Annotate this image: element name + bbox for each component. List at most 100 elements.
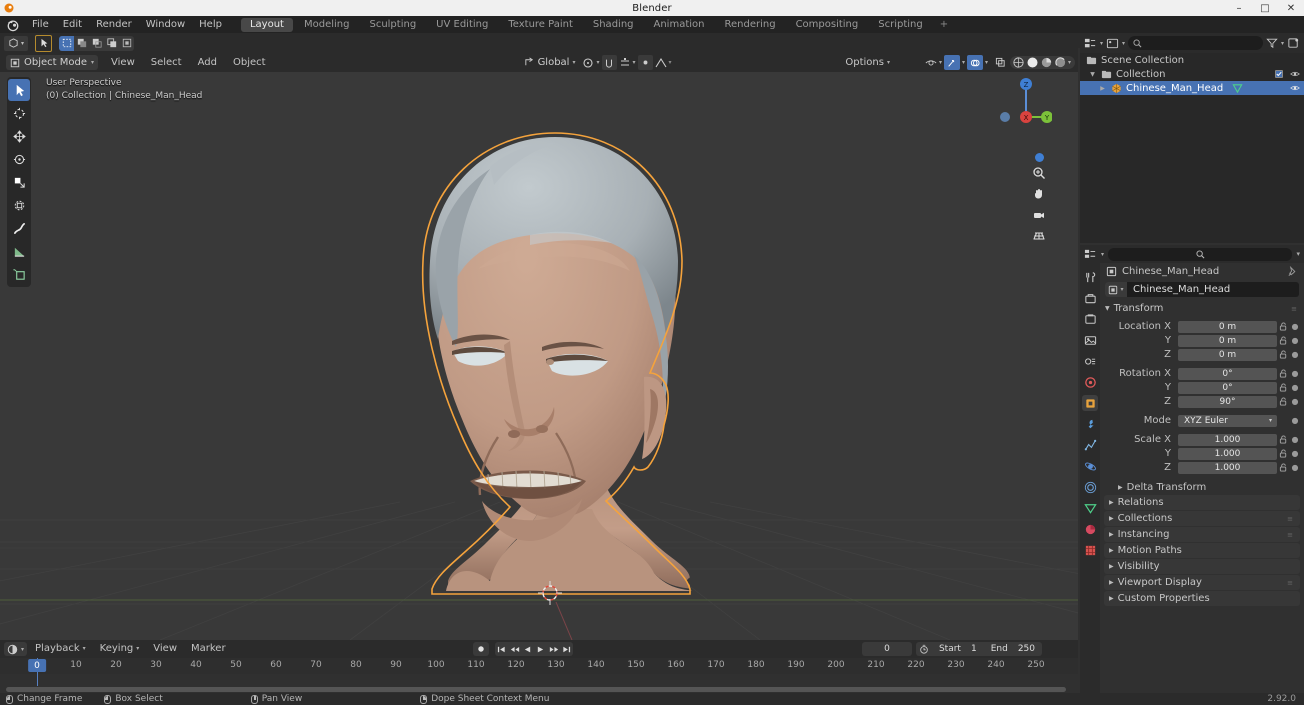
animate-dot-icon[interactable]: ● — [1290, 463, 1300, 472]
field-location-z[interactable]: Z 0 m ● — [1104, 348, 1300, 361]
menu-render[interactable]: Render — [89, 17, 139, 32]
panel-instancing[interactable]: ▶ Instancing ≡ — [1104, 527, 1300, 542]
collection-checkbox[interactable] — [1275, 70, 1283, 78]
rotate-tool[interactable] — [8, 148, 30, 170]
texture-tab[interactable] — [1082, 542, 1098, 558]
select-subtract-button[interactable] — [89, 36, 104, 51]
field-rotation-y[interactable]: Y 0° ● — [1104, 381, 1300, 394]
scale-tool[interactable] — [8, 171, 30, 193]
timeline-editor[interactable]: ▾ Playback ▾ Keying ▾ View Marker 0 Star… — [0, 640, 1078, 693]
transform-tool[interactable] — [8, 194, 30, 216]
lock-icon[interactable] — [1277, 463, 1290, 472]
timeline-track-area[interactable] — [0, 674, 1078, 686]
particles-tab[interactable] — [1082, 437, 1098, 453]
animate-dot-icon[interactable]: ● — [1290, 435, 1300, 444]
outliner-restrict-icon[interactable] — [1287, 37, 1300, 50]
properties-editor-type-icon[interactable] — [1084, 248, 1097, 261]
timeline-ruler[interactable]: 0 10 20 30 40 50 60 70 80 90 100 110 120… — [0, 658, 1078, 674]
current-frame-field[interactable]: 0 — [861, 642, 912, 656]
annotate-tool[interactable] — [8, 217, 30, 239]
lock-icon[interactable] — [1277, 383, 1290, 392]
outliner-display-mode-icon[interactable] — [1106, 37, 1119, 50]
field-value[interactable]: 0 m — [1178, 334, 1277, 347]
snap-toggle-button[interactable] — [601, 55, 617, 70]
timeline-menu-marker[interactable]: Marker — [185, 642, 232, 656]
select-new-button[interactable] — [59, 35, 75, 51]
camera-icon[interactable] — [1030, 206, 1048, 224]
wireframe-shading-icon[interactable] — [1012, 56, 1025, 69]
play-reverse-icon[interactable] — [521, 642, 534, 656]
world-tab[interactable] — [1082, 374, 1098, 390]
lock-icon[interactable] — [1277, 322, 1290, 331]
lock-icon[interactable] — [1277, 435, 1290, 444]
visibility-icon[interactable] — [925, 57, 937, 69]
panel-transform-header[interactable]: ▼ Transform ≡ — [1100, 301, 1304, 316]
field-value[interactable]: 0° — [1178, 381, 1277, 394]
field-scale-x[interactable]: Scale X 1.000 ● — [1104, 433, 1300, 446]
editor-type-button[interactable]: ▾ — [4, 35, 29, 51]
viewport-menu-select[interactable]: Select — [144, 55, 189, 70]
navigation-gizmo[interactable]: Z X Y — [1000, 73, 1053, 125]
constraints-tab[interactable] — [1082, 479, 1098, 495]
gizmo-toggle-button[interactable] — [943, 55, 960, 70]
workspace-tab-compositing[interactable]: Compositing — [787, 18, 868, 32]
field-rotation-z[interactable]: Z 90° ● — [1104, 395, 1300, 408]
properties-search-input[interactable] — [1108, 247, 1293, 261]
timeline-editor-type-button[interactable]: ▾ — [4, 642, 28, 656]
move-tool[interactable] — [8, 125, 30, 147]
frame-range-field[interactable]: Start 1 End 250 — [915, 642, 1042, 656]
field-value[interactable]: 1.000 — [1178, 461, 1277, 474]
animate-dot-icon[interactable]: ● — [1290, 416, 1300, 425]
animate-dot-icon[interactable]: ● — [1290, 397, 1300, 406]
hand-icon[interactable] — [1030, 185, 1048, 203]
animate-dot-icon[interactable]: ● — [1290, 369, 1300, 378]
minimize-button[interactable]: – — [1226, 0, 1252, 16]
lock-icon[interactable] — [1277, 336, 1290, 345]
field-rotation-x[interactable]: Rotation X 0° ● — [1104, 367, 1300, 380]
workspace-tab-uv-editing[interactable]: UV Editing — [427, 18, 497, 32]
gizmo-minus-z-ball[interactable] — [1035, 153, 1044, 162]
expand-triangle-icon[interactable]: ▶ — [1098, 85, 1107, 92]
start-frame-group[interactable]: Start 1 — [932, 642, 984, 656]
workspace-tab-scripting[interactable]: Scripting — [869, 18, 931, 32]
workspace-tab-texture-paint[interactable]: Texture Paint — [499, 18, 582, 32]
jump-end-icon[interactable] — [560, 642, 573, 656]
workspace-tab-shading[interactable]: Shading — [584, 18, 643, 32]
object-name-value[interactable]: Chinese_Man_Head — [1127, 284, 1230, 295]
proportional-edit-button[interactable] — [637, 55, 653, 70]
mode-selector[interactable]: Object Mode ▾ — [6, 55, 99, 70]
object-id-icon[interactable]: ▾ — [1105, 282, 1127, 297]
menu-window[interactable]: Window — [139, 17, 192, 32]
field-scale-y[interactable]: Y 1.000 ● — [1104, 447, 1300, 460]
prev-keyframe-icon[interactable] — [508, 642, 521, 656]
field-value[interactable]: 0 m — [1178, 348, 1277, 361]
menu-help[interactable]: Help — [192, 17, 229, 32]
object-id-field[interactable]: ▾ Chinese_Man_Head — [1105, 282, 1299, 297]
viewport-menu-view[interactable]: View — [104, 55, 142, 70]
workspace-tab-add[interactable]: + — [934, 18, 954, 32]
animate-dot-icon[interactable]: ● — [1290, 350, 1300, 359]
workspace-tab-modeling[interactable]: Modeling — [295, 18, 359, 32]
options-dropdown[interactable]: Options ▾ — [845, 57, 890, 68]
animate-dot-icon[interactable]: ● — [1290, 449, 1300, 458]
panel-motion-paths[interactable]: ▶ Motion Paths — [1104, 543, 1300, 558]
scene-tab[interactable] — [1082, 353, 1098, 369]
output-tab[interactable] — [1082, 311, 1098, 327]
workspace-tab-rendering[interactable]: Rendering — [715, 18, 784, 32]
cursor-tool[interactable] — [8, 102, 30, 124]
timeline-menu-view[interactable]: View — [147, 642, 183, 656]
material-preview-icon[interactable] — [1040, 56, 1053, 69]
field-value[interactable]: 90° — [1178, 395, 1277, 408]
field-value[interactable]: 1.000 — [1178, 433, 1277, 446]
workspace-tab-animation[interactable]: Animation — [645, 18, 714, 32]
mesh-data-icon[interactable] — [1232, 83, 1243, 94]
rendered-shading-icon[interactable] — [1054, 56, 1067, 69]
outliner-row-collection[interactable]: ▼ Collection — [1080, 67, 1304, 81]
measure-tool[interactable] — [8, 240, 30, 262]
workspace-tab-sculpting[interactable]: Sculpting — [360, 18, 425, 32]
timeline-scrollbar[interactable] — [6, 687, 1066, 692]
eye-icon[interactable] — [1290, 69, 1300, 79]
panel-viewport-display[interactable]: ▶ Viewport Display ≡ — [1104, 575, 1300, 590]
tool-tab[interactable] — [1082, 269, 1098, 285]
field-value[interactable]: 0° — [1178, 367, 1277, 380]
